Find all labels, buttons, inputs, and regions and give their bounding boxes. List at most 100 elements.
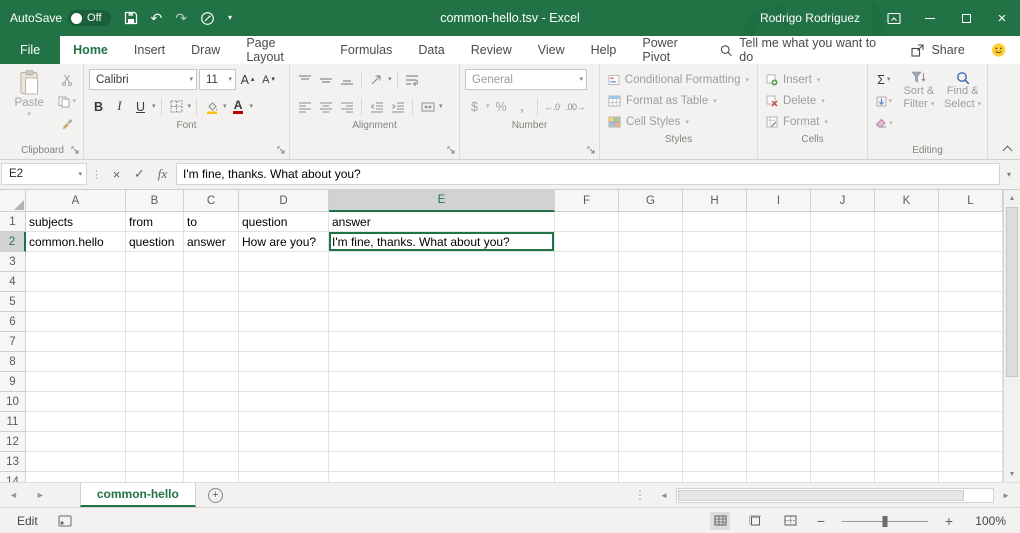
cell-J7[interactable] [811, 332, 875, 352]
cell-C12[interactable] [184, 432, 239, 452]
fill-color-icon[interactable] [202, 96, 221, 117]
cell-J4[interactable] [811, 272, 875, 292]
autosave-toggle[interactable]: AutoSave Off [10, 10, 111, 26]
tab-help[interactable]: Help [578, 36, 630, 64]
find-select-button[interactable]: Find & Select▾ [943, 67, 982, 143]
column-header-E[interactable]: E [329, 190, 555, 212]
cell-B13[interactable] [126, 452, 184, 472]
autosum-icon[interactable]: Σ▾ [873, 69, 895, 90]
tab-formulas[interactable]: Formulas [327, 36, 405, 64]
cell-B12[interactable] [126, 432, 184, 452]
cell-H14[interactable] [683, 472, 747, 482]
scroll-left-icon[interactable]: ◄ [656, 487, 672, 503]
horizontal-scroll-thumb[interactable] [678, 490, 964, 501]
maximize-button[interactable] [948, 0, 984, 36]
cell-E14[interactable] [329, 472, 555, 482]
cell-I8[interactable] [747, 352, 811, 372]
cell-K12[interactable] [875, 432, 939, 452]
cell-F7[interactable] [555, 332, 619, 352]
cell-B14[interactable] [126, 472, 184, 482]
cell-C1[interactable]: to [184, 212, 239, 232]
cell-E8[interactable] [329, 352, 555, 372]
cell-D4[interactable] [239, 272, 329, 292]
cell-A2[interactable]: common.hello [26, 232, 126, 252]
tab-page-layout[interactable]: Page Layout [233, 36, 327, 64]
cell-I3[interactable] [747, 252, 811, 272]
zoom-in-icon[interactable]: + [943, 513, 955, 529]
cell-F6[interactable] [555, 312, 619, 332]
row-header-12[interactable]: 12 [0, 432, 26, 452]
cell-H1[interactable] [683, 212, 747, 232]
format-painter-icon[interactable] [56, 113, 78, 134]
cell-D3[interactable] [239, 252, 329, 272]
cell-D8[interactable] [239, 352, 329, 372]
decrease-font-size-icon[interactable]: A▾ [259, 69, 278, 90]
cell-C6[interactable] [184, 312, 239, 332]
cell-E1[interactable]: answer [329, 212, 555, 232]
cell-H11[interactable] [683, 412, 747, 432]
comma-format-icon[interactable]: , [513, 96, 532, 117]
cell-G7[interactable] [619, 332, 683, 352]
cell-K14[interactable] [875, 472, 939, 482]
cell-G10[interactable] [619, 392, 683, 412]
column-header-A[interactable]: A [26, 190, 126, 212]
tab-home[interactable]: Home [60, 36, 121, 64]
row-header-6[interactable]: 6 [0, 312, 26, 332]
cell-A12[interactable] [26, 432, 126, 452]
cell-E13[interactable] [329, 452, 555, 472]
increase-indent-icon[interactable] [388, 96, 407, 117]
cell-G5[interactable] [619, 292, 683, 312]
column-header-F[interactable]: F [555, 190, 619, 212]
tab-file[interactable]: File [0, 36, 60, 64]
macro-record-icon[interactable] [58, 515, 72, 527]
vertical-scroll-thumb[interactable] [1006, 207, 1018, 377]
cell-L3[interactable] [939, 252, 1003, 272]
tab-view[interactable]: View [525, 36, 578, 64]
cell-J1[interactable] [811, 212, 875, 232]
name-box[interactable]: E2▾ [1, 163, 87, 185]
fill-icon[interactable]: ▾ [873, 91, 895, 112]
cell-E9[interactable] [329, 372, 555, 392]
cell-L6[interactable] [939, 312, 1003, 332]
cell-B4[interactable] [126, 272, 184, 292]
cell-E12[interactable] [329, 432, 555, 452]
cell-B10[interactable] [126, 392, 184, 412]
alignment-dialog-launcher-icon[interactable] [447, 146, 456, 155]
page-break-preview-icon[interactable] [780, 512, 800, 530]
column-header-D[interactable]: D [239, 190, 329, 212]
cell-E2[interactable]: I'm fine, thanks. What about you? [329, 232, 555, 252]
cell-J5[interactable] [811, 292, 875, 312]
cell-I9[interactable] [747, 372, 811, 392]
cell-I11[interactable] [747, 412, 811, 432]
row-header-11[interactable]: 11 [0, 412, 26, 432]
save-icon[interactable] [124, 11, 138, 25]
cell-D1[interactable]: question [239, 212, 329, 232]
copy-icon[interactable]: ▾ [56, 91, 78, 112]
cell-A10[interactable] [26, 392, 126, 412]
cell-H9[interactable] [683, 372, 747, 392]
cell-A8[interactable] [26, 352, 126, 372]
cell-H7[interactable] [683, 332, 747, 352]
cell-F1[interactable] [555, 212, 619, 232]
ribbon-display-options-icon[interactable] [876, 0, 912, 36]
cell-C3[interactable] [184, 252, 239, 272]
cell-G13[interactable] [619, 452, 683, 472]
cell-L10[interactable] [939, 392, 1003, 412]
qat-customize-icon[interactable]: ▾ [228, 14, 232, 22]
zoom-out-icon[interactable]: − [815, 513, 827, 529]
cell-G11[interactable] [619, 412, 683, 432]
cell-K11[interactable] [875, 412, 939, 432]
vertical-scrollbar[interactable]: ▲ ▼ [1003, 190, 1020, 482]
cell-C9[interactable] [184, 372, 239, 392]
cell-C11[interactable] [184, 412, 239, 432]
borders-icon[interactable] [167, 96, 186, 117]
cell-A11[interactable] [26, 412, 126, 432]
cell-F14[interactable] [555, 472, 619, 482]
cell-C13[interactable] [184, 452, 239, 472]
cell-L1[interactable] [939, 212, 1003, 232]
user-name[interactable]: Rodrigo Rodriguez [760, 11, 860, 25]
cell-F13[interactable] [555, 452, 619, 472]
cell-E5[interactable] [329, 292, 555, 312]
new-sheet-button[interactable]: + [208, 483, 223, 507]
cell-G6[interactable] [619, 312, 683, 332]
